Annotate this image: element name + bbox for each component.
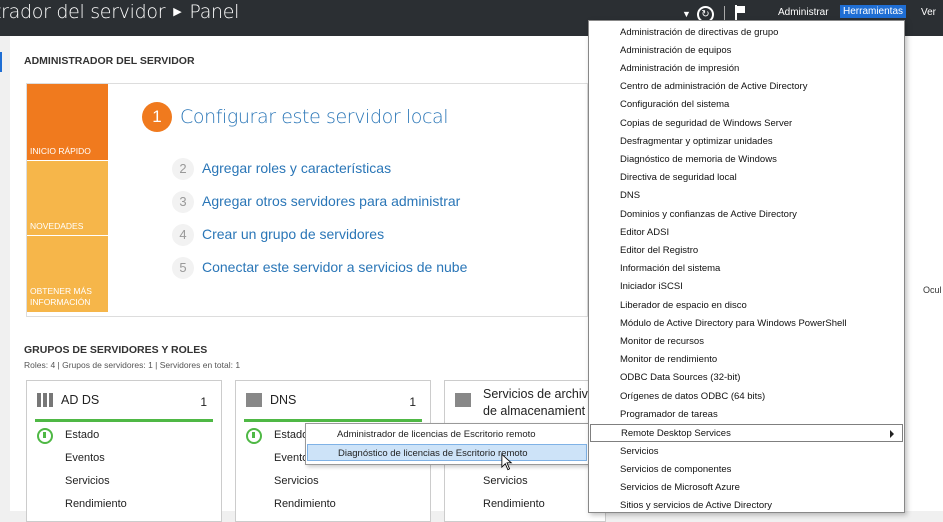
menu-item[interactable]: Sitios y servicios de Active Directory <box>590 497 903 515</box>
mouse-cursor-icon <box>501 453 513 471</box>
menu-item[interactable]: DNS <box>590 187 903 205</box>
role-card-ad-ds[interactable]: AD DS 1 Estado Eventos Servicios Rendimi… <box>26 380 222 522</box>
groups-title: GRUPOS DE SERVIDORES Y ROLES <box>24 344 208 356</box>
status-bar <box>35 419 213 422</box>
card-row-rendimiento[interactable]: Rendimiento <box>274 498 336 510</box>
status-ok-icon <box>246 428 262 444</box>
tile-novedades[interactable]: NOVEDADES <box>27 161 108 235</box>
server-role-icon <box>37 393 53 407</box>
card-title-line2: de almacenamient <box>483 404 586 418</box>
menu-administrar[interactable]: Administrar <box>778 7 829 18</box>
breadcrumb-page: Panel <box>189 1 240 23</box>
step-5-link[interactable]: 5 Conectar este servidor a servicios de n… <box>172 257 467 279</box>
step-1-number: 1 <box>142 102 172 132</box>
card-row-rendimiento[interactable]: Rendimiento <box>65 498 127 510</box>
menu-item[interactable]: Administración de impresión <box>590 60 903 78</box>
menu-item[interactable]: Iniciador iSCSI <box>590 278 903 296</box>
card-row-servicios[interactable]: Servicios <box>483 475 528 487</box>
breadcrumb: trador del servidor ▶ Panel <box>0 1 239 23</box>
step-number: 5 <box>172 257 194 279</box>
tile-obtener-mas-informacion[interactable]: OBTENER MÁS INFORMACIÓN <box>27 236 108 312</box>
tools-dropdown-menu: Administración de directivas de grupo Ad… <box>588 20 905 513</box>
menu-item-label: Remote Desktop Services <box>621 428 731 439</box>
status-bar <box>244 419 422 422</box>
menu-item[interactable]: Desfragmentar y optimizar unidades <box>590 133 903 151</box>
submenu-item-license-diagnostics[interactable]: Diagnóstico de licencias de Escritorio r… <box>307 444 587 461</box>
nav-selection-indicator <box>0 52 2 72</box>
card-count: 1 <box>409 395 416 409</box>
menu-item[interactable]: Administración de directivas de grupo <box>590 24 903 42</box>
step-label: Crear un grupo de servidores <box>202 226 385 242</box>
breadcrumb-separator-icon: ▶ <box>173 5 182 18</box>
menu-item[interactable]: Editor ADSI <box>590 224 903 242</box>
step-number: 2 <box>172 158 194 180</box>
card-row-rendimiento[interactable]: Rendimiento <box>483 498 545 510</box>
breadcrumb-app: trador del servidor <box>0 1 166 23</box>
hide-link[interactable]: Ocul <box>923 285 942 295</box>
menu-item[interactable]: Administración de equipos <box>590 42 903 60</box>
menu-item[interactable]: Servicios <box>590 443 903 461</box>
storage-icon <box>455 393 471 407</box>
menu-item[interactable]: Diagnóstico de memoria de Windows <box>590 151 903 169</box>
menu-ver[interactable]: Ver <box>921 7 936 18</box>
step-label: Conectar este servidor a servicios de nu… <box>202 259 468 275</box>
step-3-link[interactable]: 3 Agregar otros servidores para administr… <box>172 191 460 213</box>
menu-item[interactable]: Información del sistema <box>590 260 903 278</box>
card-row-servicios[interactable]: Servicios <box>274 475 319 487</box>
menu-item[interactable]: Copias de seguridad de Windows Server <box>590 115 903 133</box>
menu-item[interactable]: Liberador de espacio en disco <box>590 297 903 315</box>
page-title: ADMINISTRADOR DEL SERVIDOR <box>24 55 195 67</box>
submenu-item-license-manager[interactable]: Administrador de licencias de Escritorio… <box>307 426 587 443</box>
menu-item[interactable]: ODBC Data Sources (32-bit) <box>590 369 903 387</box>
menu-item[interactable]: Editor del Registro <box>590 242 903 260</box>
submenu-arrow-icon <box>890 430 894 438</box>
configure-local-server-link[interactable]: Configurar este servidor local <box>180 106 449 128</box>
card-count: 1 <box>200 395 207 409</box>
step-number: 4 <box>172 224 194 246</box>
card-title-line1: Servicios de archiv <box>483 387 588 401</box>
menu-item[interactable]: Configuración del sistema <box>590 96 903 114</box>
card-row-servicios[interactable]: Servicios <box>65 475 110 487</box>
menu-item-remote-desktop-services[interactable]: Remote Desktop Services <box>590 424 903 442</box>
menu-item[interactable]: Programador de tareas <box>590 406 903 424</box>
card-row-estado[interactable]: Estado <box>274 429 308 441</box>
menu-item[interactable]: Centro de administración de Active Direc… <box>590 78 903 96</box>
step-2-link[interactable]: 2 Agregar roles y características <box>172 158 391 180</box>
menu-herramientas[interactable]: Herramientas <box>840 5 907 18</box>
tile-inicio-rapido[interactable]: INICIO RÁPIDO <box>27 84 108 160</box>
card-row-estado[interactable]: Estado <box>65 429 99 441</box>
step-number: 3 <box>172 191 194 213</box>
card-row-eventos[interactable]: Eventos <box>65 452 105 464</box>
status-ok-icon <box>37 428 53 444</box>
menu-item[interactable]: Módulo de Active Directory para Windows … <box>590 315 903 333</box>
step-label: Agregar roles y características <box>202 160 392 176</box>
card-title: AD DS <box>61 393 100 407</box>
step-4-link[interactable]: 4 Crear un grupo de servidores <box>172 224 384 246</box>
dns-icon <box>246 393 262 407</box>
menu-item[interactable]: Servicios de componentes <box>590 461 903 479</box>
menu-item[interactable]: Directiva de seguridad local <box>590 169 903 187</box>
menu-item[interactable]: Monitor de recursos <box>590 333 903 351</box>
dropdown-caret-icon[interactable]: ▼ <box>682 9 691 19</box>
menu-item[interactable]: Servicios de Microsoft Azure <box>590 479 903 497</box>
menu-item[interactable]: Orígenes de datos ODBC (64 bits) <box>590 388 903 406</box>
menu-item[interactable]: Dominios y confianzas de Active Director… <box>590 206 903 224</box>
step-label: Agregar otros servidores para administra… <box>202 193 461 209</box>
card-title: DNS <box>270 393 297 407</box>
menu-item[interactable]: Monitor de rendimiento <box>590 351 903 369</box>
groups-summary: Roles: 4 | Grupos de servidores: 1 | Ser… <box>24 360 241 370</box>
remote-desktop-submenu: Administrador de licencias de Escritorio… <box>305 423 589 465</box>
